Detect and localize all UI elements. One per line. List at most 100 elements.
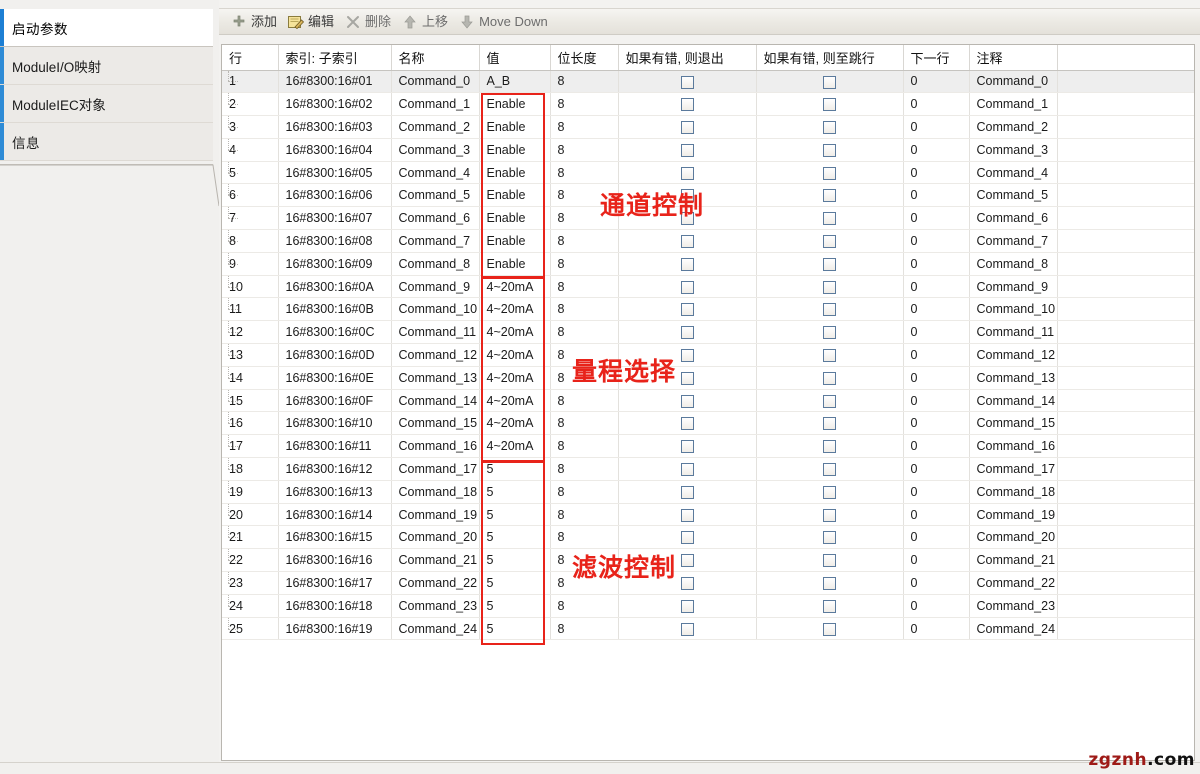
- column-header-abort-on-error[interactable]: 如果有错, 则退出: [618, 45, 756, 70]
- table-row[interactable]: 1216#8300:16#0CCommand_114~20mA80Command…: [222, 321, 1195, 344]
- table-row[interactable]: 1416#8300:16#0ECommand_134~20mA80Command…: [222, 366, 1195, 389]
- abort-on-error-checkbox[interactable]: [681, 189, 694, 202]
- column-header-index[interactable]: 索引: 子索引: [278, 45, 391, 70]
- jump-on-error-checkbox-cell[interactable]: [756, 230, 903, 253]
- cell-name[interactable]: Command_14: [391, 389, 479, 412]
- cell-next-line[interactable]: 0: [903, 70, 969, 93]
- cell-name[interactable]: Command_1: [391, 93, 479, 116]
- table-row[interactable]: 1016#8300:16#0ACommand_94~20mA80Command_…: [222, 275, 1195, 298]
- cell-comment[interactable]: Command_8: [969, 252, 1057, 275]
- jump-on-error-checkbox[interactable]: [823, 189, 836, 202]
- cell-bit-length[interactable]: 8: [550, 184, 618, 207]
- jump-on-error-checkbox[interactable]: [823, 577, 836, 590]
- cell-index-subindex[interactable]: 16#8300:16#08: [278, 230, 391, 253]
- cell-next-line[interactable]: 0: [903, 230, 969, 253]
- jump-on-error-checkbox-cell[interactable]: [756, 412, 903, 435]
- cell-name[interactable]: Command_13: [391, 366, 479, 389]
- jump-on-error-checkbox-cell[interactable]: [756, 503, 903, 526]
- cell-next-line[interactable]: 0: [903, 572, 969, 595]
- cell-name[interactable]: Command_23: [391, 594, 479, 617]
- table-row[interactable]: 516#8300:16#05Command_4Enable80Command_4: [222, 161, 1195, 184]
- jump-on-error-checkbox-cell[interactable]: [756, 70, 903, 93]
- cell-name[interactable]: Command_15: [391, 412, 479, 435]
- jump-on-error-checkbox[interactable]: [823, 121, 836, 134]
- cell-name[interactable]: Command_3: [391, 138, 479, 161]
- table-row[interactable]: 1916#8300:16#13Command_18580Command_18: [222, 480, 1195, 503]
- abort-on-error-checkbox[interactable]: [681, 577, 694, 590]
- cell-next-line[interactable]: 0: [903, 275, 969, 298]
- column-header-name[interactable]: 名称: [391, 45, 479, 70]
- cell-next-line[interactable]: 0: [903, 480, 969, 503]
- jump-on-error-checkbox[interactable]: [823, 144, 836, 157]
- table-row[interactable]: 116#8300:16#01Command_0A_B80Command_0: [222, 70, 1195, 93]
- abort-on-error-checkbox[interactable]: [681, 600, 694, 613]
- table-row[interactable]: 316#8300:16#03Command_2Enable80Command_2: [222, 116, 1195, 139]
- parameter-grid[interactable]: 行 索引: 子索引 名称 值 位长度 如果有错, 则退出 如果有错, 则至跳行 …: [221, 44, 1195, 761]
- cell-index-subindex[interactable]: 16#8300:16#09: [278, 252, 391, 275]
- jump-on-error-checkbox[interactable]: [823, 531, 836, 544]
- jump-on-error-checkbox[interactable]: [823, 486, 836, 499]
- cell-value[interactable]: 5: [479, 526, 550, 549]
- jump-on-error-checkbox-cell[interactable]: [756, 252, 903, 275]
- cell-index-subindex[interactable]: 16#8300:16#07: [278, 207, 391, 230]
- cell-name[interactable]: Command_5: [391, 184, 479, 207]
- abort-on-error-checkbox[interactable]: [681, 258, 694, 271]
- column-header-value[interactable]: 值: [479, 45, 550, 70]
- abort-on-error-checkbox[interactable]: [681, 554, 694, 567]
- cell-name[interactable]: Command_9: [391, 275, 479, 298]
- cell-index-subindex[interactable]: 16#8300:16#04: [278, 138, 391, 161]
- abort-on-error-checkbox[interactable]: [681, 326, 694, 339]
- cell-bit-length[interactable]: 8: [550, 572, 618, 595]
- cell-name[interactable]: Command_19: [391, 503, 479, 526]
- abort-on-error-checkbox[interactable]: [681, 98, 694, 111]
- cell-next-line[interactable]: 0: [903, 503, 969, 526]
- cell-bit-length[interactable]: 8: [550, 549, 618, 572]
- cell-index-subindex[interactable]: 16#8300:16#0E: [278, 366, 391, 389]
- abort-on-error-checkbox[interactable]: [681, 463, 694, 476]
- abort-on-error-checkbox-cell[interactable]: [618, 344, 756, 367]
- jump-on-error-checkbox-cell[interactable]: [756, 458, 903, 481]
- cell-value[interactable]: Enable: [479, 116, 550, 139]
- cell-next-line[interactable]: 0: [903, 366, 969, 389]
- cell-bit-length[interactable]: 8: [550, 138, 618, 161]
- abort-on-error-checkbox-cell[interactable]: [618, 184, 756, 207]
- abort-on-error-checkbox[interactable]: [681, 76, 694, 89]
- abort-on-error-checkbox[interactable]: [681, 509, 694, 522]
- jump-on-error-checkbox[interactable]: [823, 258, 836, 271]
- table-row[interactable]: 416#8300:16#04Command_3Enable80Command_3: [222, 138, 1195, 161]
- cell-name[interactable]: Command_16: [391, 435, 479, 458]
- jump-on-error-checkbox-cell[interactable]: [756, 617, 903, 640]
- cell-next-line[interactable]: 0: [903, 526, 969, 549]
- cell-index-subindex[interactable]: 16#8300:16#19: [278, 617, 391, 640]
- abort-on-error-checkbox[interactable]: [681, 486, 694, 499]
- jump-on-error-checkbox-cell[interactable]: [756, 93, 903, 116]
- cell-comment[interactable]: Command_4: [969, 161, 1057, 184]
- cell-value[interactable]: 5: [479, 594, 550, 617]
- table-row[interactable]: 1816#8300:16#12Command_17580Command_17: [222, 458, 1195, 481]
- cell-comment[interactable]: Command_20: [969, 526, 1057, 549]
- jump-on-error-checkbox[interactable]: [823, 326, 836, 339]
- cell-index-subindex[interactable]: 16#8300:16#01: [278, 70, 391, 93]
- cell-index-subindex[interactable]: 16#8300:16#14: [278, 503, 391, 526]
- cell-next-line[interactable]: 0: [903, 435, 969, 458]
- abort-on-error-checkbox[interactable]: [681, 623, 694, 636]
- cell-name[interactable]: Command_0: [391, 70, 479, 93]
- cell-value[interactable]: Enable: [479, 184, 550, 207]
- column-header-next-line[interactable]: 下一行: [903, 45, 969, 70]
- cell-name[interactable]: Command_2: [391, 116, 479, 139]
- jump-on-error-checkbox[interactable]: [823, 98, 836, 111]
- cell-bit-length[interactable]: 8: [550, 161, 618, 184]
- jump-on-error-checkbox-cell[interactable]: [756, 298, 903, 321]
- cell-bit-length[interactable]: 8: [550, 594, 618, 617]
- table-row[interactable]: 1716#8300:16#11Command_164~20mA80Command…: [222, 435, 1195, 458]
- cell-bit-length[interactable]: 8: [550, 275, 618, 298]
- cell-bit-length[interactable]: 8: [550, 321, 618, 344]
- table-row[interactable]: 2116#8300:16#15Command_20580Command_20: [222, 526, 1195, 549]
- cell-bit-length[interactable]: 8: [550, 230, 618, 253]
- sidebar-item-startup-parameters[interactable]: 启动参数: [0, 9, 213, 47]
- cell-value[interactable]: 4~20mA: [479, 298, 550, 321]
- jump-on-error-checkbox[interactable]: [823, 509, 836, 522]
- cell-value[interactable]: 4~20mA: [479, 366, 550, 389]
- abort-on-error-checkbox[interactable]: [681, 395, 694, 408]
- cell-comment[interactable]: Command_22: [969, 572, 1057, 595]
